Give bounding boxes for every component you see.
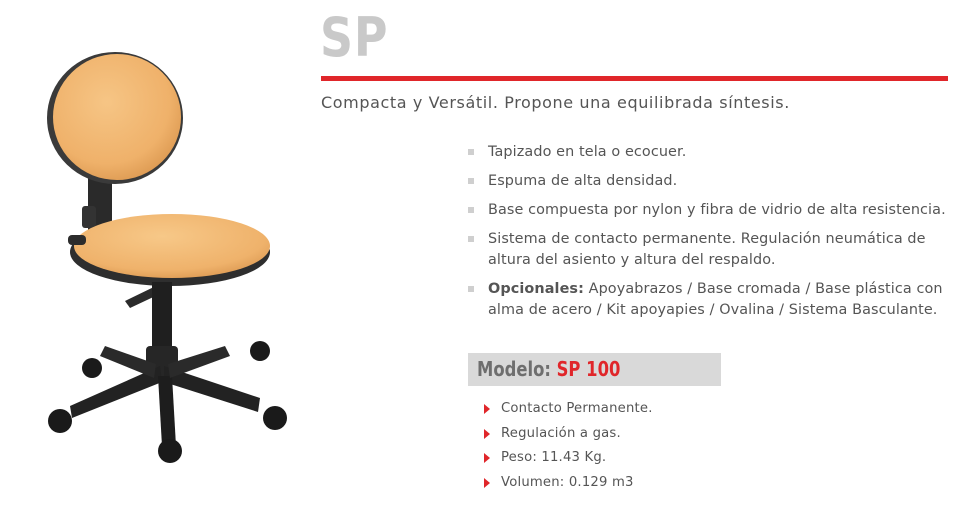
feature-item-optionals: Opcionales: Apoyabrazos / Base cromada /… (468, 279, 948, 321)
feature-item: Espuma de alta densidad. (468, 171, 948, 192)
product-title: SP (320, 6, 389, 69)
product-subtitle: Compacta y Versátil. Propone una equilib… (321, 93, 790, 112)
square-bullet-icon (468, 236, 474, 242)
square-bullet-icon (468, 178, 474, 184)
square-bullet-icon (468, 286, 474, 292)
feature-item: Base compuesta por nylon y fibra de vidr… (468, 200, 948, 221)
square-bullet-icon (468, 149, 474, 155)
model-value: SP 100 (556, 357, 621, 381)
arrow-right-icon (484, 428, 490, 439)
optionals-label: Opcionales: (488, 281, 584, 297)
spec-item: Regulación a gas. (482, 426, 653, 442)
feature-item: Sistema de contacto permanente. Regulaci… (468, 229, 948, 271)
model-header: Modelo: SP 100 (468, 353, 721, 386)
title-divider (321, 76, 948, 81)
spec-list: Contacto Permanente. Regulación a gas. P… (482, 401, 653, 499)
spec-item: Volumen: 0.129 m3 (482, 475, 653, 491)
office-chair-image (47, 52, 287, 463)
arrow-right-icon (484, 453, 490, 463)
spec-item: Contacto Permanente. (482, 401, 653, 417)
feature-item: Tapizado en tela o ecocuer. (468, 142, 948, 163)
square-bullet-icon (468, 207, 474, 213)
model-label: Modelo: (477, 357, 551, 381)
arrow-right-icon (484, 404, 490, 414)
feature-list: Tapizado en tela o ecocuer. Espuma de al… (468, 142, 948, 329)
spec-item: Peso: 11.43 Kg. (482, 450, 653, 466)
arrow-right-icon (484, 477, 490, 488)
